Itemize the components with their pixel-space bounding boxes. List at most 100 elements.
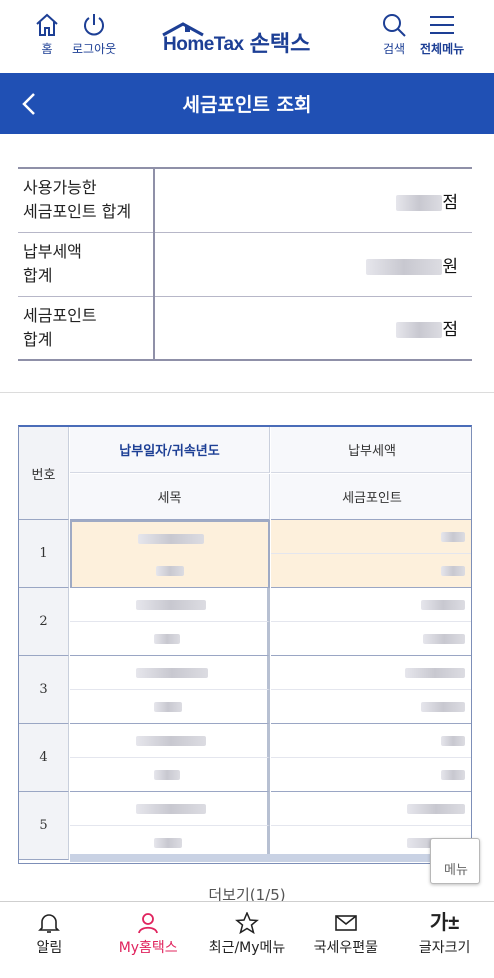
tax-point-list-grid[interactable]: 번호 납부일자/귀속년도 납부세액 세목 세금포인트 1 2 3 4 5: [18, 425, 472, 864]
summary-value: 원: [154, 231, 472, 297]
floating-menu-button[interactable]: 메뉴: [430, 838, 480, 884]
cell-tax-item[interactable]: [70, 690, 270, 724]
summary-row-total-points: 세금포인트 합계 점: [18, 295, 472, 361]
font-size-icon: 가±: [429, 912, 460, 934]
masked-value: [423, 634, 465, 644]
list-row[interactable]: 2: [19, 588, 471, 656]
masked-value: [396, 194, 443, 211]
cell-pay-date[interactable]: [70, 588, 270, 622]
home-icon: [36, 13, 58, 36]
bottom-navigation: 알림 My홈택스 최근/My메뉴 국세우편물 가± 글자크기: [0, 901, 494, 978]
list-row[interactable]: 4: [19, 724, 471, 792]
home-label: 홈: [41, 42, 53, 56]
masked-value: [405, 668, 465, 678]
point-summary-table: 사용가능한 세금포인트 합계 점 납부세액 합계 원 세금포인트 합계 점: [18, 167, 472, 361]
masked-value: [441, 532, 465, 542]
floating-menu-label: 메뉴: [444, 863, 468, 878]
list-row[interactable]: 3: [19, 656, 471, 724]
cell-tax-point[interactable]: [271, 758, 471, 792]
nav-recent-my-menu[interactable]: 최근/My메뉴: [198, 902, 297, 978]
masked-value: [366, 258, 443, 275]
masked-value: [154, 838, 182, 848]
cell-tax-amount[interactable]: [271, 656, 471, 690]
row-number: 1: [19, 520, 69, 588]
value-unit: 점: [442, 192, 458, 213]
summary-key-line1: 사용가능한: [23, 178, 97, 198]
header-tax-point: 세금포인트: [271, 474, 471, 520]
cell-tax-amount[interactable]: [271, 520, 471, 554]
summary-key-line2: 세금포인트 합계: [23, 202, 132, 222]
logout-button[interactable]: 로그아웃: [72, 12, 116, 57]
all-menu-button[interactable]: 전체메뉴: [420, 12, 464, 57]
cell-tax-point[interactable]: [271, 690, 471, 724]
header-tax-amount: 납부세액: [271, 427, 471, 473]
cell-tax-item[interactable]: [70, 622, 270, 656]
logo-korean: 손택스: [249, 31, 311, 56]
masked-value: [421, 702, 465, 712]
nav-alarm[interactable]: 알림: [0, 902, 99, 978]
masked-value: [136, 804, 206, 814]
cell-tax-amount[interactable]: [271, 588, 471, 622]
masked-value: [407, 804, 465, 814]
value-unit: 점: [442, 320, 458, 341]
summary-key: 사용가능한 세금포인트 합계: [18, 167, 155, 233]
nav-tax-mail[interactable]: 국세우편물: [296, 902, 395, 978]
masked-value: [396, 322, 443, 339]
cell-pay-date[interactable]: [70, 656, 270, 690]
summary-row-available-points: 사용가능한 세금포인트 합계 점: [18, 167, 472, 233]
row-number: 4: [19, 724, 69, 792]
roof-icon: [162, 22, 204, 37]
cell-pay-date[interactable]: [70, 724, 270, 758]
masked-value: [136, 668, 208, 678]
nav-font-size[interactable]: 가± 글자크기: [395, 902, 494, 978]
summary-key: 납부세액 합계: [18, 231, 155, 297]
power-icon: [84, 14, 105, 36]
nav-alarm-label: 알림: [36, 940, 63, 956]
hometax-logo[interactable]: HomeTax 손택스: [162, 20, 311, 56]
list-row[interactable]: 5: [19, 792, 471, 860]
cell-tax-point[interactable]: [271, 554, 471, 588]
section-divider: [0, 392, 494, 393]
value-unit: 원: [442, 256, 458, 277]
nav-my-hometax-label: My홈택스: [118, 940, 178, 956]
row-number: 3: [19, 656, 69, 724]
cell-tax-item[interactable]: [70, 554, 270, 588]
cell-tax-item[interactable]: [70, 758, 270, 792]
person-icon: [138, 913, 159, 934]
summary-key-line2: 합계: [23, 329, 53, 349]
masked-value: [136, 600, 206, 610]
list-row[interactable]: 1: [19, 520, 471, 588]
masked-value: [441, 770, 465, 780]
bell-icon: [38, 914, 61, 933]
masked-value: [154, 770, 180, 780]
header-number: 번호: [19, 427, 69, 520]
title-bar: 세금포인트 조회: [0, 73, 494, 134]
logo-english: HomeTax: [162, 22, 244, 56]
masked-value: [156, 566, 184, 576]
cell-tax-amount[interactable]: [271, 724, 471, 758]
mail-icon: [334, 915, 357, 931]
nav-font-size-label: 글자크기: [418, 940, 471, 956]
top-header: 홈 로그아웃 HomeTax 손택스 검색 전체메뉴: [0, 0, 494, 73]
nav-my-hometax[interactable]: My홈택스: [99, 902, 198, 978]
cell-tax-amount[interactable]: [271, 792, 471, 826]
masked-value: [136, 736, 206, 746]
logo-en-text: HomeTax: [163, 34, 244, 55]
search-button[interactable]: 검색: [380, 12, 408, 57]
search-label: 검색: [382, 42, 406, 56]
search-icon: [383, 14, 406, 37]
page-title: 세금포인트 조회: [182, 94, 312, 116]
grid-horizontal-scrollbar[interactable]: [70, 854, 471, 862]
summary-key-line1: 세금포인트: [23, 305, 97, 325]
summary-key: 세금포인트 합계: [18, 295, 155, 361]
nav-tax-mail-label: 국세우편물: [313, 940, 378, 956]
summary-row-paid-tax: 납부세액 합계 원: [18, 231, 472, 297]
row-number: 2: [19, 588, 69, 656]
row-number: 5: [19, 792, 69, 860]
home-button[interactable]: 홈: [34, 12, 60, 57]
cell-tax-point[interactable]: [271, 622, 471, 656]
header-pay-date-year[interactable]: 납부일자/귀속년도: [70, 427, 270, 473]
masked-value: [421, 600, 465, 610]
cell-pay-date[interactable]: [70, 520, 270, 554]
cell-pay-date[interactable]: [70, 792, 270, 826]
